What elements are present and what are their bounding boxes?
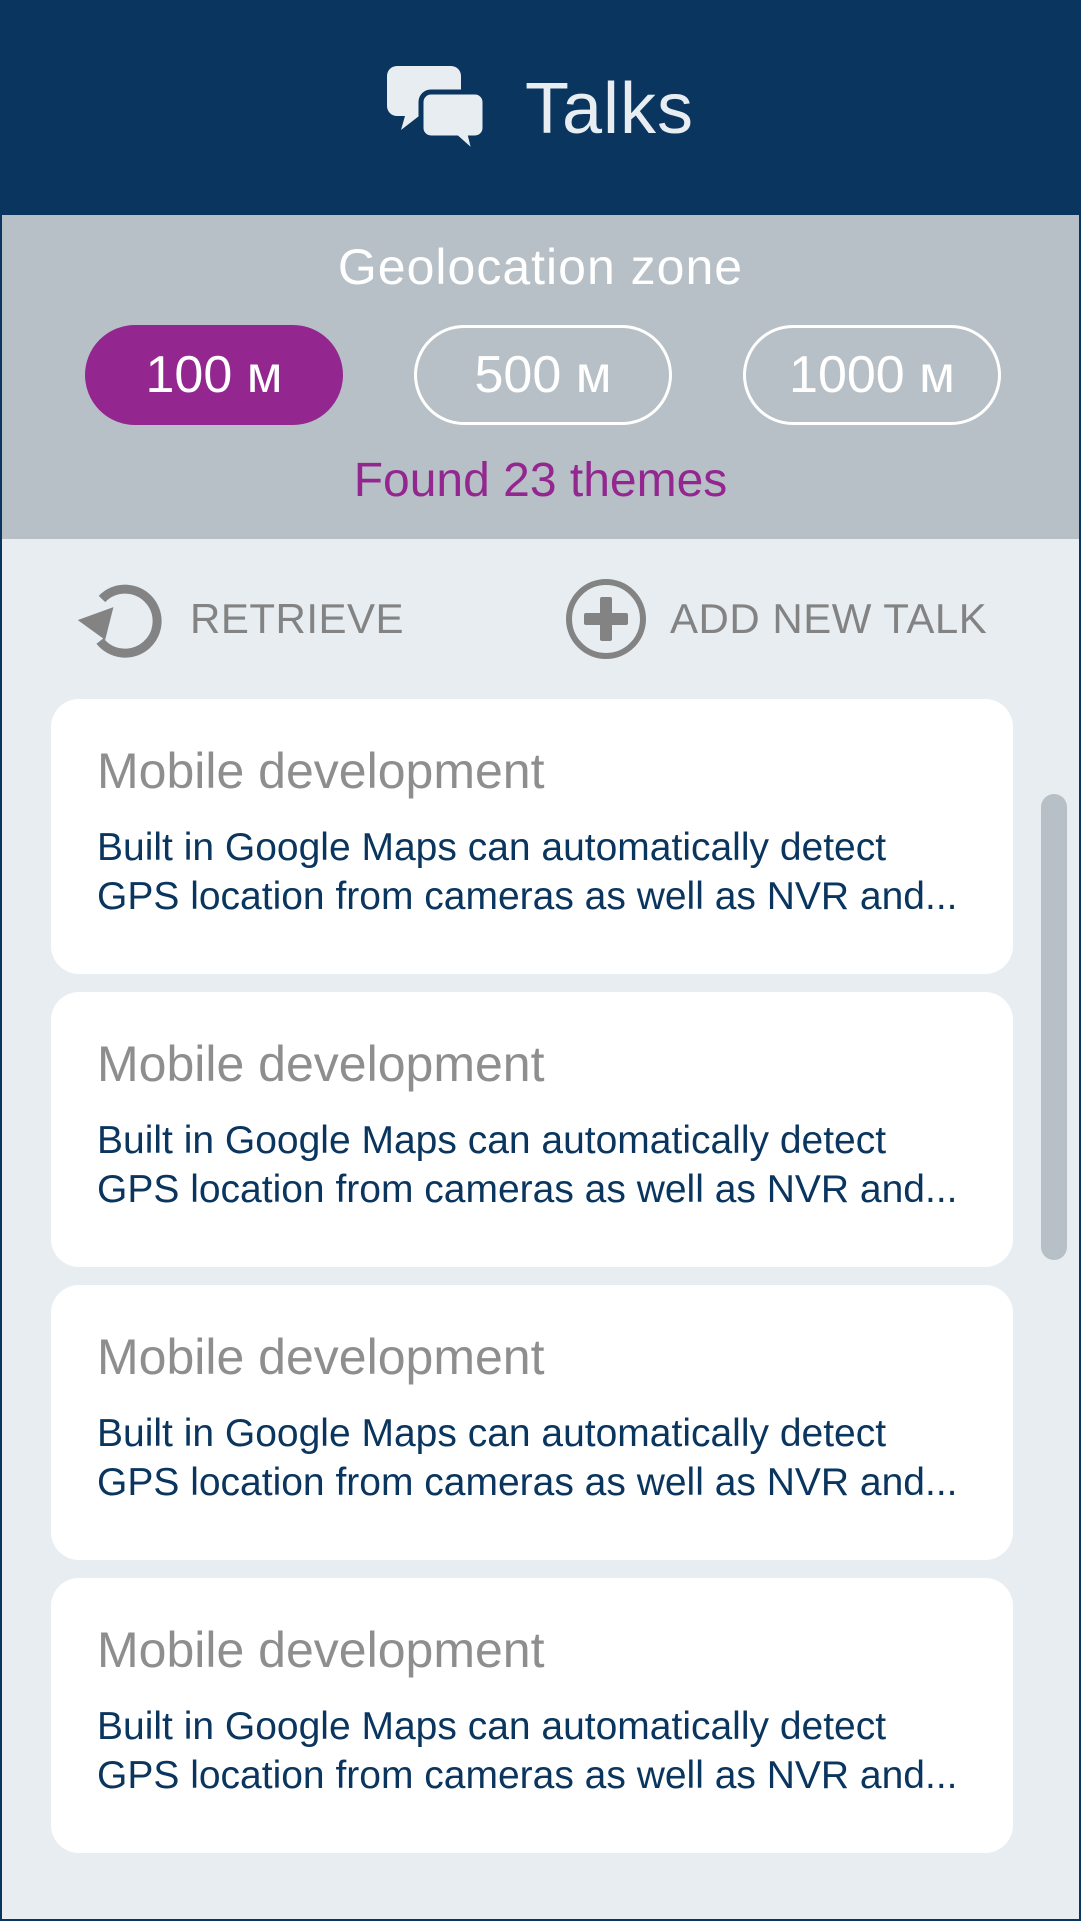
add-new-talk-label: ADD NEW TALK — [670, 595, 988, 642]
talk-preview: Built in Google Maps can automatically d… — [97, 823, 993, 921]
retrieve-label: RETRIEVE — [190, 595, 405, 642]
talk-preview-line: GPS location from cameras as well as NVR… — [97, 1461, 958, 1504]
zone-option-1000[interactable]: 1000 м — [743, 325, 1001, 425]
actions-row: RETRIEVE ADD NEW TALK — [2, 539, 1079, 699]
zone-selector: 100 м 500 м 1000 м — [2, 325, 1079, 425]
talk-preview-line: Built in Google Maps can automatically d… — [97, 1119, 887, 1162]
talk-title: Mobile development — [97, 1622, 545, 1678]
talk-title: Mobile development — [97, 743, 545, 799]
talk-preview-line: GPS location from cameras as well as NVR… — [97, 1754, 958, 1797]
talk-preview-line: GPS location from cameras as well as NVR… — [97, 875, 958, 918]
list-scrollbar[interactable] — [1041, 794, 1067, 1260]
talk-preview-line: Built in Google Maps can automatically d… — [97, 826, 887, 869]
talk-preview-line: Built in Google Maps can automatically d… — [97, 1412, 887, 1455]
talk-card[interactable]: Mobile development Built in Google Maps … — [51, 992, 1013, 1267]
talk-preview: Built in Google Maps can automatically d… — [97, 1702, 993, 1800]
zone-option-100[interactable]: 100 м — [85, 325, 343, 425]
add-new-talk-button[interactable]: ADD NEW TALK — [564, 577, 987, 661]
refresh-icon — [78, 577, 162, 661]
talks-screen: Talks Geolocation zone 100 м 500 м 1000 … — [0, 0, 1081, 1921]
talks-list: Mobile development Built in Google Maps … — [2, 699, 1079, 1853]
chat-bubbles-icon — [386, 58, 487, 158]
geolocation-panel: Geolocation zone 100 м 500 м 1000 м Foun… — [2, 215, 1079, 539]
talk-preview-line: GPS location from cameras as well as NVR… — [97, 1168, 958, 1211]
talk-card[interactable]: Mobile development Built in Google Maps … — [51, 1578, 1013, 1853]
zone-option-500[interactable]: 500 м — [414, 325, 672, 425]
plus-circle-icon — [564, 577, 648, 661]
talk-title: Mobile development — [97, 1329, 545, 1385]
talk-preview: Built in Google Maps can automatically d… — [97, 1409, 993, 1507]
talk-preview: Built in Google Maps can automatically d… — [97, 1116, 993, 1214]
retrieve-button[interactable]: RETRIEVE — [78, 577, 404, 661]
talk-card[interactable]: Mobile development Built in Google Maps … — [51, 699, 1013, 974]
talk-preview-line: Built in Google Maps can automatically d… — [97, 1705, 887, 1748]
found-count: Found 23 themes — [353, 454, 728, 507]
page-title: Talks — [524, 68, 695, 149]
app-header: Talks — [2, 0, 1079, 215]
geolocation-label: Geolocation zone — [337, 239, 744, 295]
talk-card[interactable]: Mobile development Built in Google Maps … — [51, 1285, 1013, 1560]
talk-title: Mobile development — [97, 1036, 545, 1092]
